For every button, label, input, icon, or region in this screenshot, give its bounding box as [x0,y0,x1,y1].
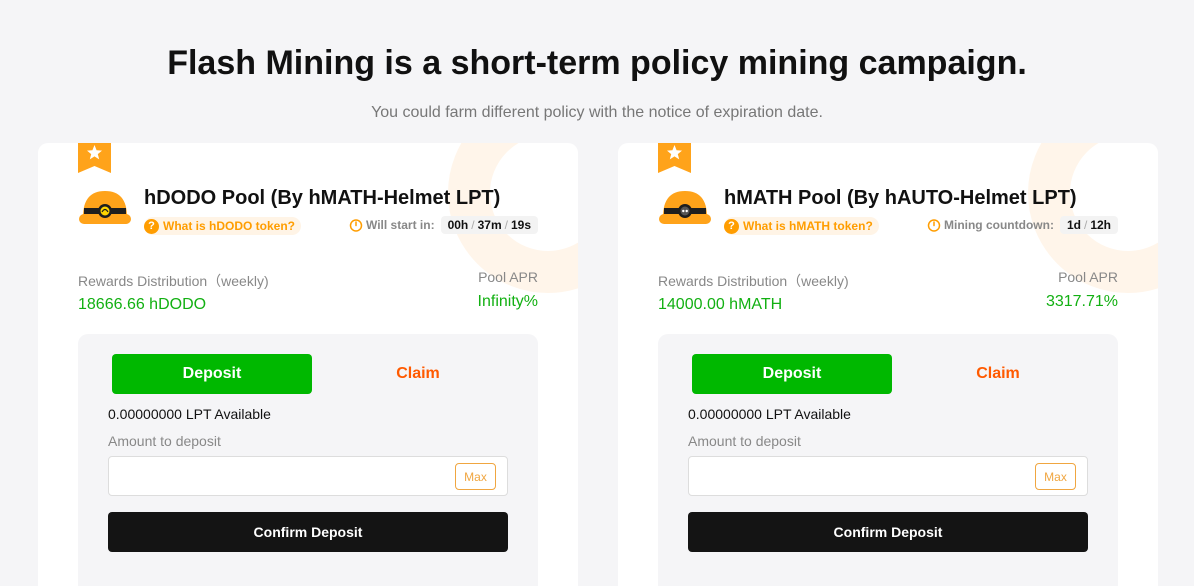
pool-title: hMATH Pool (By hAUTO-Helmet LPT) [724,187,1077,209]
clock-icon [927,219,941,232]
claim-tab[interactable]: Claim [898,354,1098,394]
pool-card-hmath: hMATH Pool (By hAUTO-Helmet LPT) ? What … [618,143,1158,586]
timer-days: 1d [1066,218,1081,232]
max-button[interactable]: Max [1035,463,1076,490]
rewards-value: 14000.00 hMATH [658,296,783,313]
what-is-token-link[interactable]: ? What is hDODO token? [144,217,301,235]
amount-field: Max [688,456,1088,496]
apr-label: Pool APR [1058,269,1118,285]
timer-seconds: 19s [510,218,531,232]
apr-label: Pool APR [478,269,538,285]
confirm-deposit-button[interactable]: Confirm Deposit [108,512,508,552]
question-icon: ? [144,218,159,234]
timer-label: Will start in: [366,218,435,232]
timer-hours: 12h [1090,218,1111,232]
page-subtitle: You could farm different policy with the… [371,104,823,121]
what-is-token-link[interactable]: ? What is hMATH token? [724,217,879,235]
what-is-token-label: What is hDODO token? [163,219,295,233]
apr-value: Infinity% [477,293,538,310]
rewards-label: Rewards Distribution（weekly) [78,273,269,289]
pool-title: hDODO Pool (By hMATH-Helmet LPT) [144,187,501,209]
amount-input[interactable] [699,465,1029,487]
question-icon: ? [724,218,739,234]
start-timer: Will start in: 00h / 37m / 19s [349,216,538,234]
timer-minutes: 37m [477,218,502,232]
what-is-token-label: What is hMATH token? [743,219,873,233]
timer-hours: 00h [447,218,469,232]
claim-tab[interactable]: Claim [318,354,518,394]
mining-countdown: Mining countdown: 1d / 12h [927,216,1118,234]
amount-field: Max [108,456,508,496]
deposit-panel: Deposit Claim 0.00000000 LPT Available A… [658,334,1118,586]
apr-value: 3317.71% [1045,293,1118,310]
pool-card-hdodo: hDODO Pool (By hMATH-Helmet LPT) ? What … [38,143,578,586]
deposit-tab[interactable]: Deposit [692,354,892,394]
timer-value: 1d / 12h [1059,216,1118,234]
helmet-icon [659,191,711,224]
max-button[interactable]: Max [455,463,496,490]
available-balance: 0.00000000 LPT Available [688,406,851,422]
amount-label: Amount to deposit [688,433,801,449]
star-ribbon-icon [78,143,111,173]
confirm-deposit-button[interactable]: Confirm Deposit [688,512,1088,552]
page-title: Flash Mining is a short-term policy mini… [167,44,1027,82]
star-ribbon-icon [658,143,691,173]
amount-input[interactable] [119,465,449,487]
timer-label: Mining countdown: [943,218,1054,232]
available-balance: 0.00000000 LPT Available [108,406,271,422]
rewards-label: Rewards Distribution（weekly) [658,273,849,289]
rewards-value: 18666.66 hDODO [78,296,207,313]
deposit-tab[interactable]: Deposit [112,354,312,394]
amount-label: Amount to deposit [108,433,221,449]
timer-value: 00h / 37m / 19s [440,216,538,234]
clock-icon [349,219,363,232]
helmet-icon [79,191,131,224]
deposit-panel: Deposit Claim 0.00000000 LPT Available A… [78,334,538,586]
